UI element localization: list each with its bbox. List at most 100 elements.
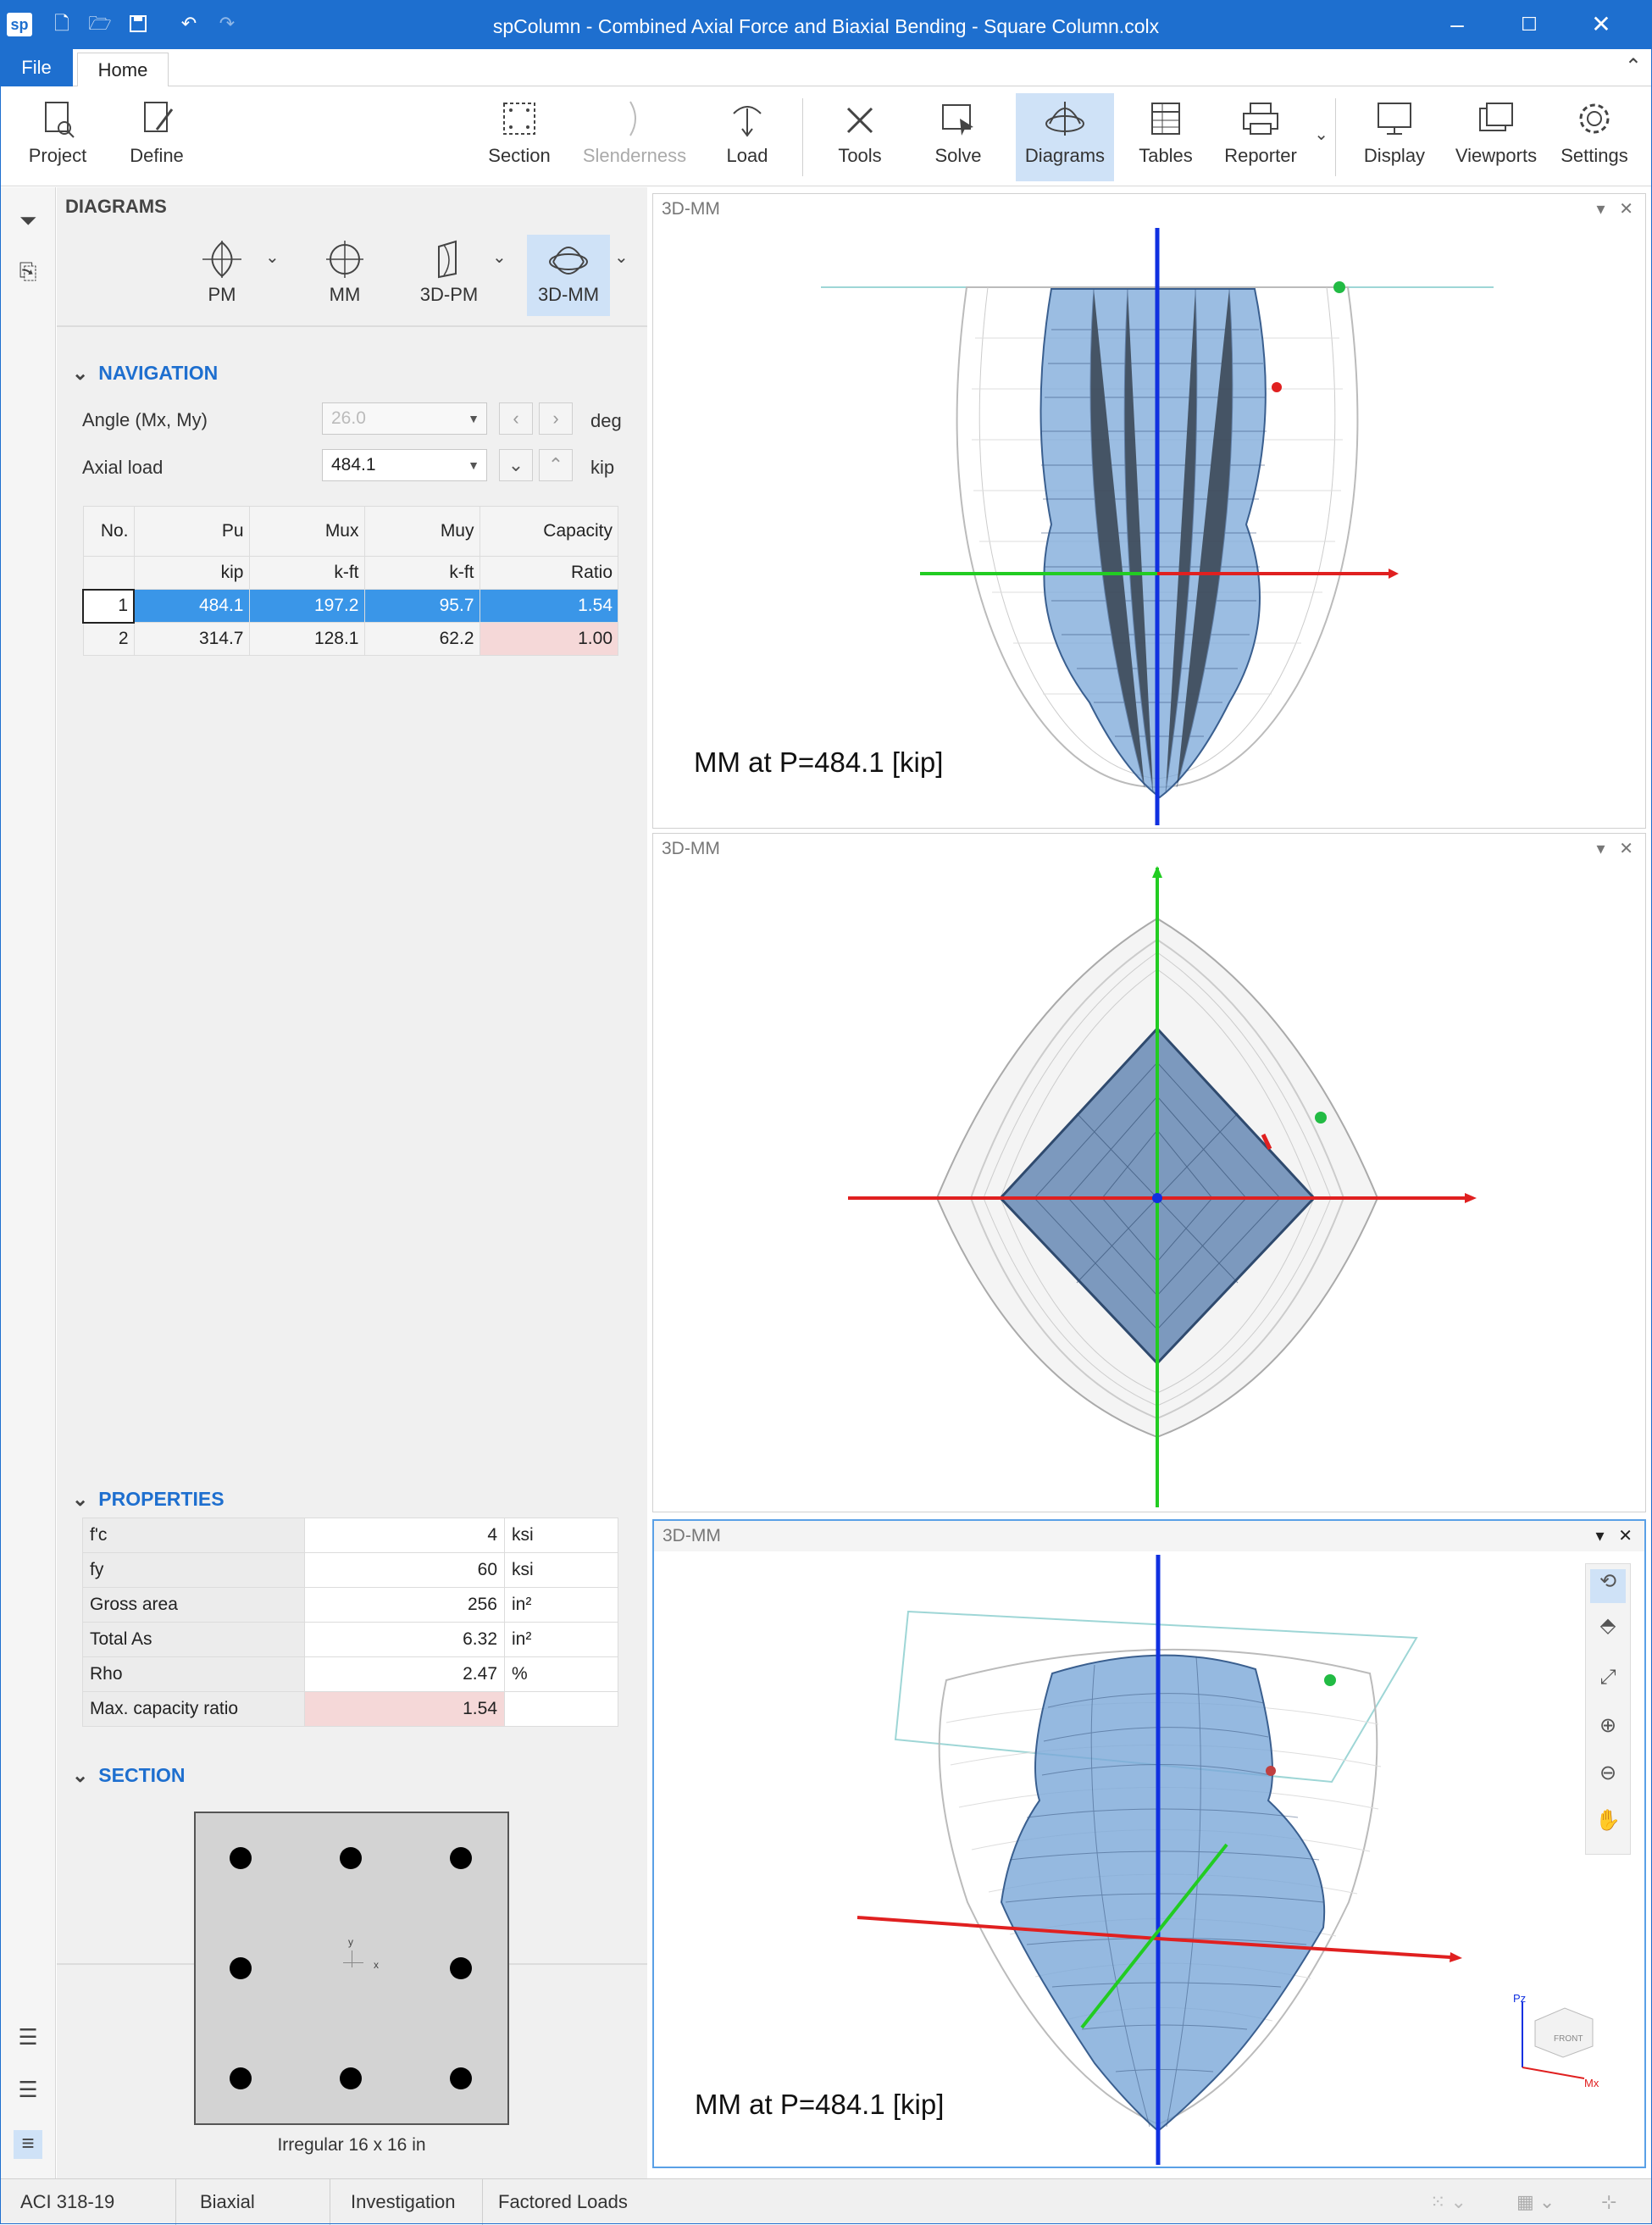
zoom-out-icon[interactable]: ⊖ [1590, 1761, 1626, 1795]
zoom-in-icon[interactable]: ⊕ [1590, 1713, 1626, 1747]
angle-next-button[interactable]: › [539, 402, 573, 435]
status-bending: Biaxial [186, 2179, 330, 2225]
axis-mx-label: Mx [1584, 2077, 1599, 2089]
sort-down-icon[interactable]: ☰ [14, 2024, 42, 2053]
define-button[interactable]: Define [114, 93, 199, 181]
display-button[interactable]: Display [1354, 93, 1435, 181]
3d-mm-dropdown-icon[interactable]: ⌄ [614, 247, 629, 268]
project-button[interactable]: Project [15, 93, 100, 181]
table-row[interactable]: 2 314.7 128.1 62.2 1.00 [82, 622, 618, 656]
results-table: No. Pu Mux Muy Capacity kip k-ft k-ft Ra… [82, 506, 618, 656]
3d-mm-icon [549, 247, 588, 275]
tab-file[interactable]: File [0, 49, 73, 86]
viewport-2[interactable]: 3D-MM ▾ ✕ [652, 833, 1646, 1512]
settings-button[interactable]: Settings [1552, 93, 1637, 181]
table-row: Total As 6.32 in² [82, 1622, 618, 1657]
section-axis-x: x [374, 1959, 379, 1971]
viewport-caption: MM at P=484.1 [kip] [694, 746, 944, 778]
export-icon[interactable]: ⎘ [14, 258, 42, 287]
section-caption: Irregular 16 x 16 in [277, 2135, 426, 2155]
section-heading[interactable]: ⌄ SECTION [72, 1764, 186, 1787]
axial-load-down-button[interactable]: ⌄ [499, 449, 533, 481]
mm-icon [326, 241, 363, 278]
title-bar: sp 🗋 🗁 ↶ ↷ spColumn - Combined Axial For… [0, 0, 1652, 49]
collapse-ribbon-icon[interactable]: ⌃ [1625, 54, 1642, 79]
chevron-down-icon: ▼ [468, 458, 480, 472]
reporter-button[interactable]: Reporter ⌄ [1218, 93, 1328, 181]
viewport-toolbar: ⟲ ⬘ ⤢ ⊕ ⊖ ✋ [1585, 1563, 1631, 1855]
viewport-1[interactable]: 3D-MM ▾ ✕ MM at P=484.1 [kip] [652, 193, 1646, 829]
header-capacity: Capacity [479, 506, 618, 557]
tab-home[interactable]: Home [77, 53, 169, 87]
header-pu: Pu [133, 506, 250, 557]
ribbon-separator [1335, 98, 1336, 176]
properties-heading[interactable]: ⌄ PROPERTIES [72, 1488, 225, 1511]
reporter-dropdown-icon[interactable]: ⌄ [1314, 124, 1328, 145]
navigation-heading[interactable]: ⌄ NAVIGATION [72, 362, 218, 385]
viewport-3[interactable]: 3D-MM ▾ ✕ FRONT Pz Mx ⟲ ⬘ ⤢ ⊕ ⊖ ✋ MM at … [652, 1519, 1646, 2168]
tables-button[interactable]: Tables [1127, 93, 1205, 181]
table-row[interactable]: 1 484.1 197.2 95.7 1.54 [82, 588, 618, 624]
table-row: fy 60 ksi [82, 1552, 618, 1588]
diagrams-button[interactable]: Diagrams [1016, 93, 1114, 181]
maximize-icon[interactable]: ☐ [1504, 7, 1555, 42]
pan-hand-icon[interactable]: ✋ [1590, 1808, 1626, 1842]
axis-pz-label: Pz [1513, 1992, 1526, 2005]
left-toolstrip: ⏷ ⎘ ☰ ☰ ≡ [0, 187, 56, 2178]
diagram-top-view [848, 866, 1477, 1507]
solve-button[interactable]: Solve [919, 93, 997, 181]
viewports-button[interactable]: Viewports [1449, 93, 1544, 181]
tools-button[interactable]: Tools [819, 93, 901, 181]
menu-icon[interactable]: ≡ [14, 2130, 42, 2159]
snap-grid-icon[interactable]: ▦ ⌄ [1516, 2191, 1555, 2213]
section-button[interactable]: Section [481, 93, 557, 181]
rotate-icon[interactable]: ⟲ [1590, 1569, 1626, 1603]
diagrams-icon [1045, 102, 1084, 136]
load-button[interactable]: Load [710, 93, 784, 181]
axial-load-select[interactable]: 484.1 ▼ [322, 449, 487, 481]
axial-load-unit: kip [590, 457, 615, 478]
angle-select[interactable]: 26.0 ▼ [322, 402, 487, 435]
status-design-code: ACI 318-19 [7, 2179, 176, 2225]
chevron-down-icon: ▼ [468, 412, 480, 425]
3d-mm-diagram-button[interactable]: 3D-MM [527, 235, 610, 316]
close-icon[interactable]: ✕ [1576, 7, 1627, 42]
pm-dropdown-icon[interactable]: ⌄ [265, 247, 280, 268]
zoom-extents-icon[interactable]: ⤢ [1590, 1666, 1626, 1700]
slenderness-button[interactable]: Slenderness [579, 93, 690, 181]
minimize-icon[interactable]: – [1432, 7, 1483, 42]
header-mux: Mux [248, 506, 365, 557]
tables-icon [1151, 103, 1180, 135]
diagram-3d-view: FRONT Pz Mx [856, 1555, 1599, 2165]
3d-pm-dropdown-icon[interactable]: ⌄ [492, 247, 507, 268]
ribbon-separator [802, 98, 803, 176]
grid-dots-icon[interactable]: ⁙ ⌄ [1430, 2191, 1466, 2213]
filter-icon[interactable]: ⏷ [14, 208, 42, 236]
sort-up-icon[interactable]: ☰ [14, 2077, 42, 2106]
header-no: No. [82, 506, 135, 557]
section-icon [503, 103, 535, 135]
angle-label: Angle (Mx, My) [82, 409, 208, 430]
rebar-dot [340, 1847, 362, 1869]
axial-load-up-button[interactable]: ⌃ [539, 449, 573, 481]
solve-icon [942, 104, 973, 136]
3d-pm-diagram-button[interactable]: 3D-PM [411, 235, 487, 316]
viewport-caption: MM at P=484.1 [kip] [695, 2089, 945, 2120]
rebar-dot [450, 2067, 472, 2089]
define-icon [144, 102, 174, 132]
pm-diagram-button[interactable]: PM [192, 235, 252, 316]
slenderness-icon [629, 101, 636, 136]
table-units-row: kip k-ft k-ft Ratio [82, 556, 618, 590]
mm-diagram-button[interactable]: MM [319, 235, 370, 316]
rebar-dot [230, 1847, 252, 1869]
rebar-dot [230, 2067, 252, 2089]
angle-prev-button[interactable]: ‹ [499, 402, 533, 435]
panel-divider [57, 325, 647, 327]
orbit-icon[interactable]: ⬘ [1590, 1613, 1626, 1647]
project-icon [45, 102, 75, 138]
pm-icon [202, 241, 241, 278]
axis-toggle-icon[interactable]: ⊹ [1601, 2191, 1616, 2213]
table-row: Max. capacity ratio 1.54 [82, 1691, 618, 1727]
header-muy: Muy [363, 506, 480, 557]
section-axis-y: y [348, 1936, 353, 1948]
